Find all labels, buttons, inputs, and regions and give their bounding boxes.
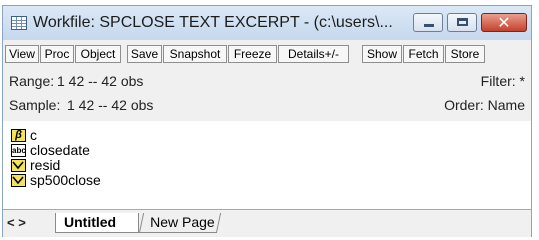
window-title: Workfile: SPCLOSE TEXT EXCERPT - (c:\use… xyxy=(33,14,393,31)
object-list: c closedate resid sp500close xyxy=(3,121,531,209)
workfile-icon xyxy=(11,16,27,30)
toolbar: View Proc Object Save Snapshot Freeze De… xyxy=(3,40,531,67)
save-button[interactable]: Save xyxy=(127,45,162,63)
close-icon: ✕ xyxy=(497,15,511,32)
object-name: closedate xyxy=(30,142,90,158)
show-button[interactable]: Show xyxy=(362,45,402,63)
workfile-info: Range: 1 42 -- 42 obs Sample: 1 42 -- 42… xyxy=(3,66,531,122)
minimize-icon xyxy=(424,24,434,27)
close-button[interactable]: ✕ xyxy=(481,13,527,32)
object-name: c xyxy=(30,127,37,143)
object-button[interactable]: Object xyxy=(75,45,121,63)
series-icon xyxy=(11,159,26,172)
sample-label[interactable]: Sample: xyxy=(9,97,60,113)
title-bar[interactable]: Workfile: SPCLOSE TEXT EXCERPT - (c:\use… xyxy=(3,6,531,40)
range-value[interactable]: 1 42 -- 42 obs xyxy=(57,73,143,89)
freeze-button[interactable]: Freeze xyxy=(228,45,277,63)
proc-button[interactable]: Proc xyxy=(40,45,74,63)
order-value[interactable]: Order: Name xyxy=(444,97,525,113)
alpha-series-icon xyxy=(11,144,26,157)
tab-scroll-arrows[interactable]: < > xyxy=(7,215,26,230)
maximize-icon xyxy=(457,18,468,26)
tab-untitled[interactable]: Untitled xyxy=(55,213,139,233)
maximize-button[interactable] xyxy=(447,13,477,32)
sample-value[interactable]: 1 42 -- 42 obs xyxy=(67,97,153,113)
page-tab-bar: < > New Page Untitled xyxy=(3,209,531,237)
snapshot-button[interactable]: Snapshot xyxy=(163,45,227,63)
tab-new-page[interactable]: New Page xyxy=(138,213,222,233)
minimize-button[interactable] xyxy=(413,13,443,32)
store-button[interactable]: Store xyxy=(445,45,485,63)
workfile-window: Workfile: SPCLOSE TEXT EXCERPT - (c:\use… xyxy=(2,5,532,237)
tab-label: New Page xyxy=(150,214,215,230)
view-button[interactable]: View xyxy=(5,45,39,63)
coefficient-icon xyxy=(11,128,26,143)
filter-value[interactable]: Filter: * xyxy=(481,73,525,89)
details-button[interactable]: Details+/- xyxy=(278,45,349,63)
object-name: sp500close xyxy=(30,172,101,188)
object-name: resid xyxy=(30,157,61,173)
fetch-button[interactable]: Fetch xyxy=(403,45,444,63)
series-icon xyxy=(11,174,26,187)
range-label[interactable]: Range: xyxy=(9,73,54,89)
